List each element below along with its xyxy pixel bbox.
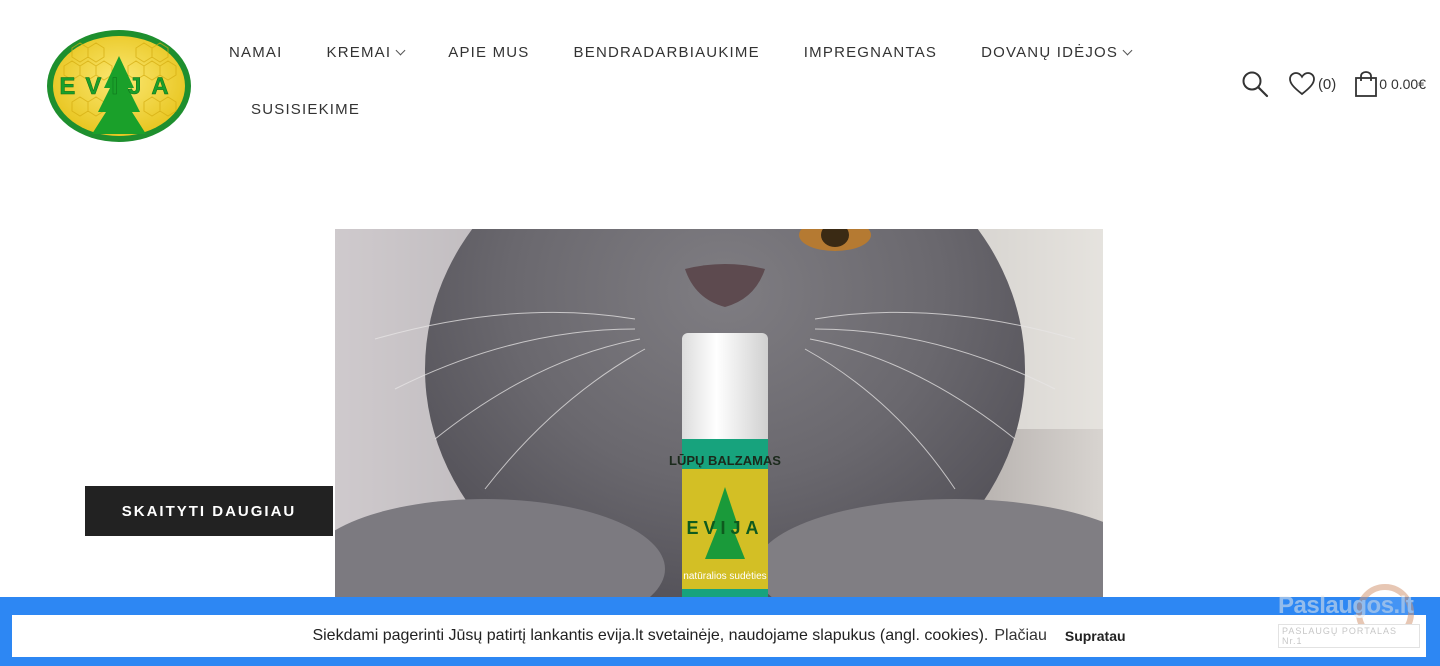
nav-item-kremai[interactable]: KREMAI [305, 44, 427, 61]
cookie-message: Siekdami pagerinti Jūsų patirtį lankanti… [312, 627, 989, 644]
wishlist-button[interactable]: (0) [1289, 72, 1336, 96]
header-icons: (0) 0 0.00€ [1241, 70, 1426, 98]
svg-text:EVIJA: EVIJA [59, 73, 178, 100]
nav-item-susisiekime[interactable]: SUSISIEKIME [207, 101, 382, 118]
nav-item-impregnantas[interactable]: IMPREGNANTAS [782, 44, 959, 61]
chevron-down-icon [395, 45, 406, 55]
cart-button[interactable]: 0 0.00€ [1354, 71, 1426, 97]
cookie-consent-box: Siekdami pagerinti Jūsų patirtį lankanti… [12, 615, 1426, 657]
cookie-more-link[interactable]: Plačiau [994, 627, 1046, 645]
heart-icon [1289, 72, 1315, 96]
nav-item-label: NAMAI [229, 43, 283, 61]
nav-item-label: APIE MUS [448, 43, 530, 61]
cart-total: 0 0.00€ [1379, 76, 1426, 92]
watermark-text: Paslaugos.lt [1278, 592, 1414, 619]
nav-item-dovanų-idėjos[interactable]: DOVANŲ IDĖJOS [959, 44, 1153, 61]
nav-item-label: IMPREGNANTAS [803, 43, 938, 61]
watermark-subtext: PASLAUGŲ PORTALAS Nr.1 [1278, 624, 1420, 648]
hero-image: LŪPŲ BALZAMAS EVIJA natūralios sudėties [335, 229, 1103, 597]
svg-text:natūralios sudėties: natūralios sudėties [683, 571, 766, 582]
watermark: Paslaugos.lt PASLAUGŲ PORTALAS Nr.1 [1270, 580, 1420, 650]
chevron-down-icon [1122, 45, 1133, 55]
cookie-consent-bar: Siekdami pagerinti Jūsų patirtį lankanti… [0, 597, 1440, 666]
svg-text:LŪPŲ BALZAMAS: LŪPŲ BALZAMAS [669, 453, 781, 468]
nav-item-apie-mus[interactable]: APIE MUS [426, 44, 551, 61]
nav-item-label: KREMAI [326, 43, 392, 61]
nav-row-secondary: SUSISIEKIME [207, 78, 1207, 140]
shopping-bag-icon [1355, 71, 1378, 97]
svg-text:EVIJA: EVIJA [686, 518, 763, 538]
main-navigation: NAMAI KREMAI APIE MUS BENDRADARBIAUKIME IMPR… [207, 26, 1207, 140]
wishlist-count: (0) [1317, 75, 1337, 93]
nav-item-bendradarbiaukime[interactable]: BENDRADARBIAUKIME [552, 44, 782, 61]
nav-item-namai[interactable]: NAMAI [207, 44, 305, 61]
search-icon[interactable] [1241, 70, 1269, 98]
nav-item-label: BENDRADARBIAUKIME [573, 43, 760, 61]
read-more-button[interactable]: SKAITYTI DAUGIAU [85, 486, 333, 536]
nav-item-label: DOVANŲ IDĖJOS [981, 43, 1119, 61]
cookie-accept-button[interactable]: Supratau [1065, 628, 1126, 644]
nav-item-label: SUSISIEKIME [251, 100, 361, 118]
logo-graphic: EVIJA [47, 30, 191, 142]
nav-row-primary: NAMAI KREMAI APIE MUS BENDRADARBIAUKIME IMPR… [207, 26, 1207, 78]
site-logo[interactable]: EVIJA [44, 26, 194, 144]
